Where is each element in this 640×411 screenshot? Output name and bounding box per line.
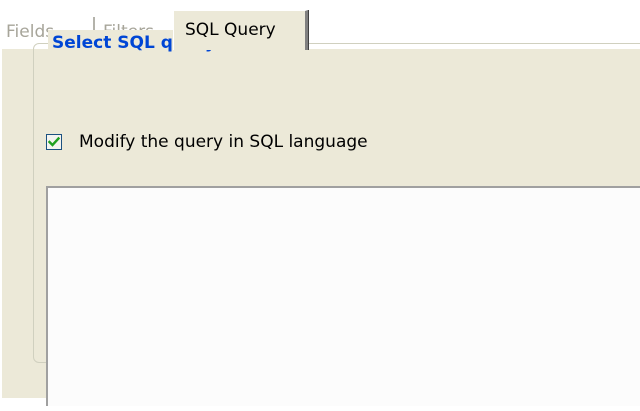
- modify-query-checkbox-label[interactable]: Modify the query in SQL language: [79, 130, 368, 154]
- sql-query-editor[interactable]: [46, 186, 640, 406]
- sql-query-textarea[interactable]: [48, 188, 640, 406]
- modify-query-checkbox[interactable]: [46, 134, 62, 150]
- tab-sql-query[interactable]: SQL Query: [173, 10, 308, 50]
- check-icon: [48, 136, 60, 147]
